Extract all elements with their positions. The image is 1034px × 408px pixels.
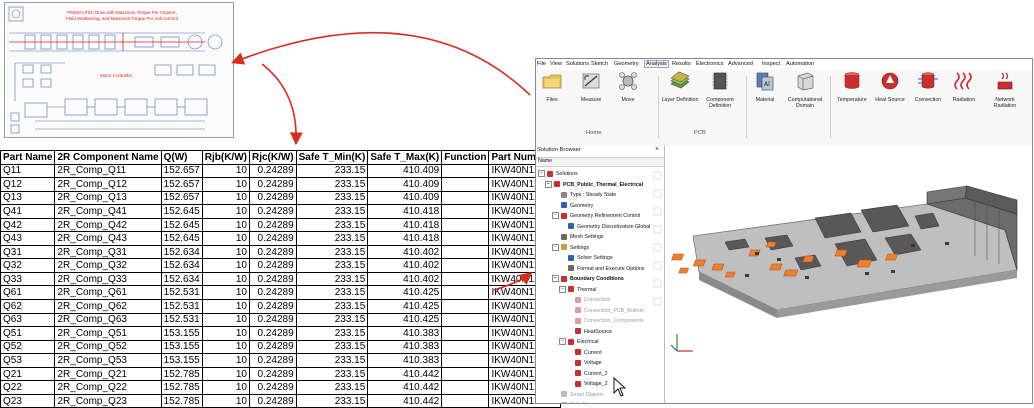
arrow-schematic-to-table <box>261 63 303 146</box>
mouse-cursor-icon <box>613 377 627 397</box>
flow-arrows <box>231 31 533 291</box>
arrow-app-to-schematic <box>231 31 531 96</box>
arrow-table-to-app <box>493 272 533 291</box>
